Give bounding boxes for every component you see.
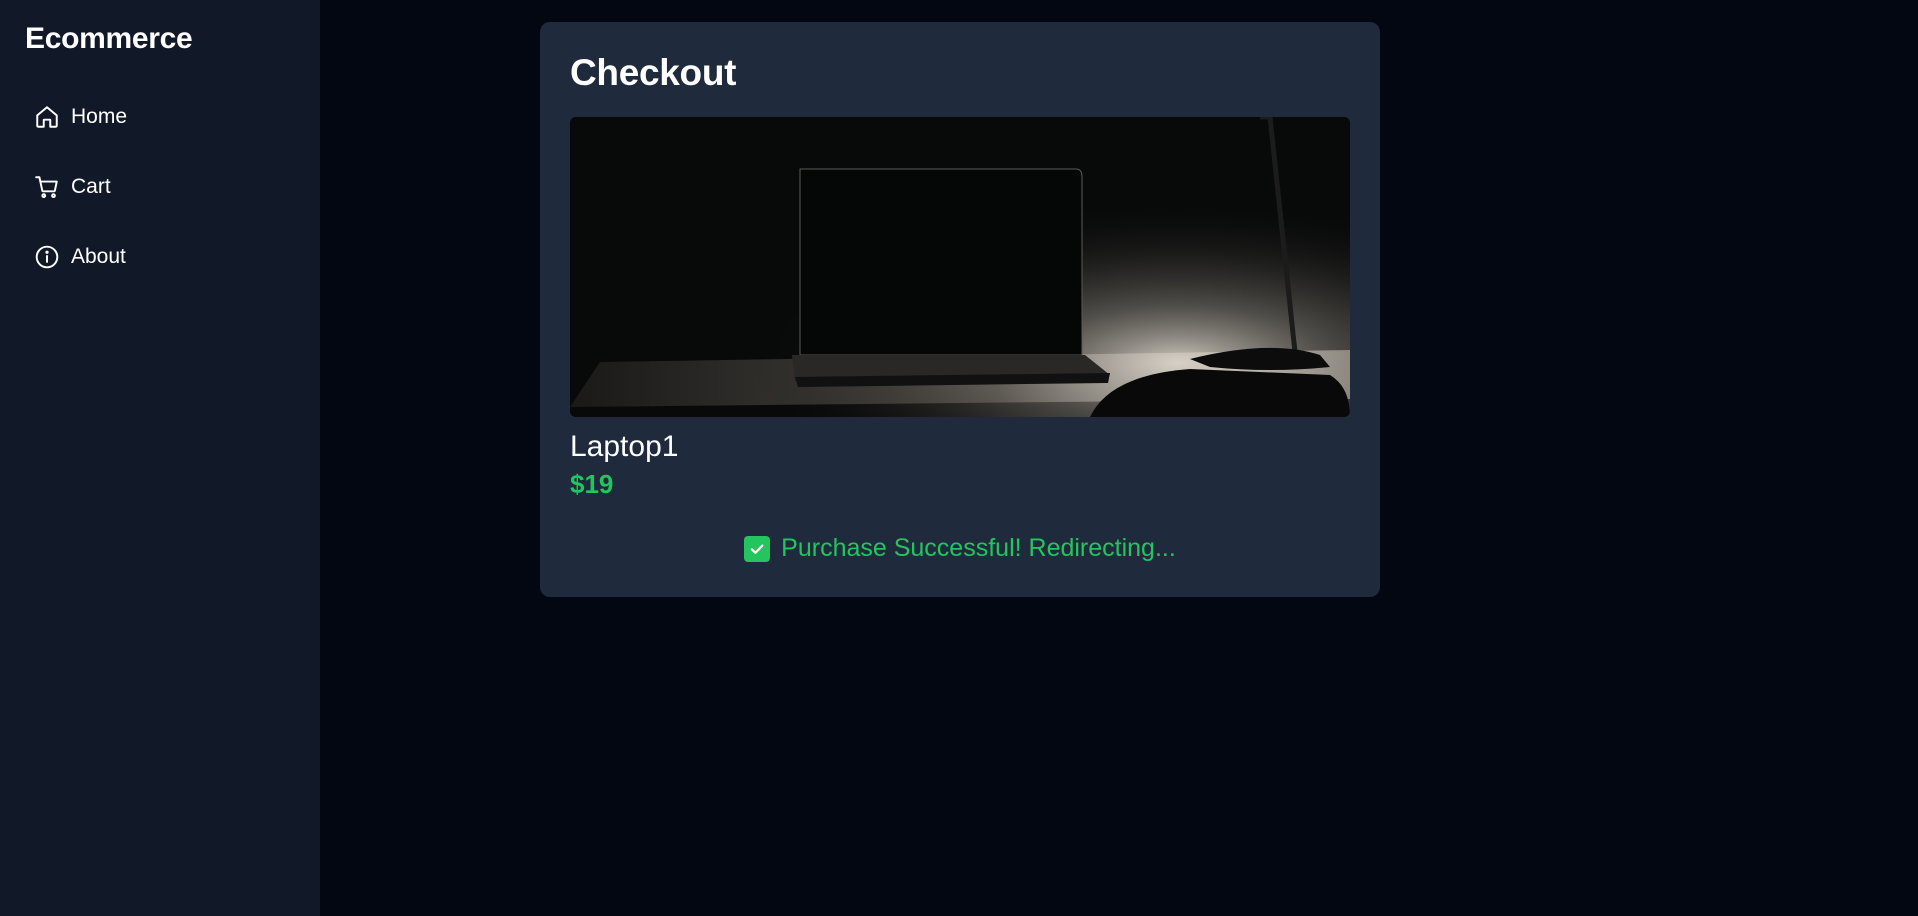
sidebar-item-label: About [71,245,126,268]
cart-icon [34,174,60,200]
checkbox-checked-icon [744,535,771,562]
app-root: Ecommerce Home Cart About Checkout Lapto… [0,0,1918,916]
page-title: Checkout [570,52,737,93]
sidebar: Ecommerce Home Cart About [0,0,320,916]
product-price: $19 [570,469,614,499]
purchase-status: Purchase Successful! Redirecting... [540,534,1380,563]
product-image [570,117,1350,417]
sidebar-item-cart[interactable]: Cart [34,172,111,202]
product-name: Laptop1 [570,430,679,463]
sidebar-item-about[interactable]: About [34,242,126,272]
checkout-card: Checkout Laptop1 $19 Purchase Successful… [540,22,1380,597]
brand-title[interactable]: Ecommerce [25,22,193,56]
status-message: Purchase Successful! Redirecting... [781,534,1176,562]
info-icon [34,244,60,270]
sidebar-item-label: Home [71,105,128,128]
sidebar-item-home[interactable]: Home [34,102,127,132]
home-icon [34,104,60,130]
sidebar-item-label: Cart [71,175,111,198]
